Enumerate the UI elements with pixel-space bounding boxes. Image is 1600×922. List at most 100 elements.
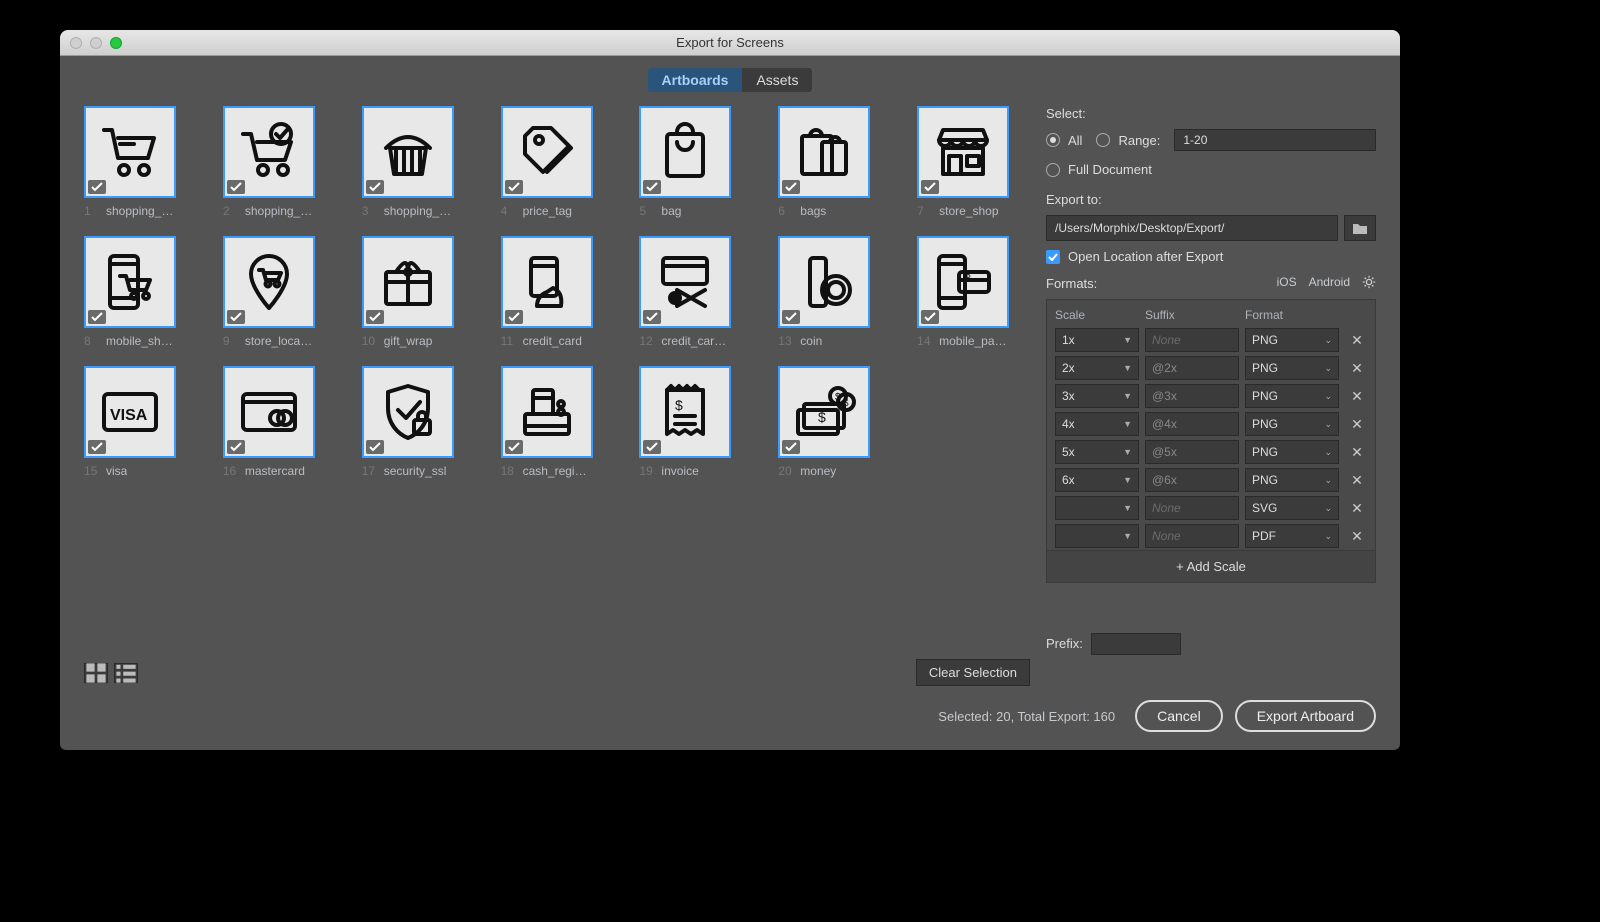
format-select[interactable]: PNG⌄: [1245, 412, 1339, 436]
artboard-thumb[interactable]: [223, 106, 315, 198]
artboard-thumb[interactable]: [778, 236, 870, 328]
suffix-input[interactable]: None: [1145, 328, 1239, 352]
remove-row-button[interactable]: ✕: [1345, 472, 1369, 489]
tab-assets[interactable]: Assets: [742, 68, 812, 92]
artboard-item[interactable]: 2 shopping_ca...: [223, 106, 315, 218]
artboard-thumb[interactable]: [778, 106, 870, 198]
scale-select[interactable]: 1x▼: [1055, 328, 1139, 352]
open-after-export-checkbox[interactable]: [1046, 250, 1060, 264]
radio-all[interactable]: [1046, 133, 1060, 147]
col-scale: Scale: [1055, 308, 1145, 322]
format-select[interactable]: PNG⌄: [1245, 384, 1339, 408]
artboard-thumb[interactable]: [501, 236, 593, 328]
prefix-input[interactable]: [1091, 633, 1181, 655]
artboard-thumb[interactable]: [362, 366, 454, 458]
artboard-name: store_location: [245, 334, 315, 348]
scale-select[interactable]: 5x▼: [1055, 440, 1139, 464]
artboard-thumb[interactable]: [362, 106, 454, 198]
cancel-button[interactable]: Cancel: [1135, 700, 1223, 732]
remove-row-button[interactable]: ✕: [1345, 360, 1369, 377]
radio-range[interactable]: [1096, 133, 1110, 147]
format-select[interactable]: PNG⌄: [1245, 356, 1339, 380]
view-grid-button[interactable]: [84, 663, 108, 683]
format-row: 3x▼ @3x PNG⌄ ✕: [1047, 382, 1375, 410]
scale-select[interactable]: 2x▼: [1055, 356, 1139, 380]
artboard-thumb[interactable]: [639, 106, 731, 198]
export-path-input[interactable]: [1046, 215, 1338, 241]
formats-settings-icon[interactable]: [1362, 275, 1376, 289]
artboard-thumb[interactable]: [223, 236, 315, 328]
scale-select[interactable]: 6x▼: [1055, 468, 1139, 492]
artboard-item[interactable]: 5 bag: [639, 106, 731, 218]
suffix-input[interactable]: None: [1145, 496, 1239, 520]
artboard-item[interactable]: 12 credit_card_...: [639, 236, 731, 348]
preset-ios-link[interactable]: iOS: [1277, 275, 1297, 289]
artboard-item[interactable]: 6 bags: [778, 106, 870, 218]
artboard-item[interactable]: $$$ 20 money: [778, 366, 870, 478]
selected-check-icon: [921, 310, 939, 324]
scale-select[interactable]: ▼: [1055, 524, 1139, 548]
remove-row-button[interactable]: ✕: [1345, 500, 1369, 517]
artboard-item[interactable]: $ 19 invoice: [639, 366, 731, 478]
artboard-thumb[interactable]: VISA: [84, 366, 176, 458]
suffix-input[interactable]: @6x: [1145, 468, 1239, 492]
artboard-item[interactable]: 9 store_location: [223, 236, 315, 348]
artboard-item[interactable]: 8 mobile_sho...: [84, 236, 176, 348]
artboard-number: 13: [778, 334, 792, 348]
tab-artboards[interactable]: Artboards: [648, 68, 743, 92]
suffix-input[interactable]: @3x: [1145, 384, 1239, 408]
artboard-thumb[interactable]: [501, 366, 593, 458]
suffix-input[interactable]: @2x: [1145, 356, 1239, 380]
artboard-thumb[interactable]: $: [917, 236, 1009, 328]
artboard-thumb[interactable]: $: [639, 366, 731, 458]
artboard-item[interactable]: 13 coin: [778, 236, 870, 348]
artboard-item[interactable]: $ 14 mobile_pay...: [917, 236, 1009, 348]
artboard-item[interactable]: 18 cash_register: [501, 366, 593, 478]
suffix-input[interactable]: None: [1145, 524, 1239, 548]
view-list-button[interactable]: [114, 663, 138, 683]
artboard-name: invoice: [661, 464, 698, 478]
scale-select[interactable]: ▼: [1055, 496, 1139, 520]
artboard-item[interactable]: 3 shopping_ba...: [362, 106, 454, 218]
artboard-thumb[interactable]: [917, 106, 1009, 198]
preset-android-link[interactable]: Android: [1309, 275, 1350, 289]
remove-row-button[interactable]: ✕: [1345, 388, 1369, 405]
format-select[interactable]: PNG⌄: [1245, 440, 1339, 464]
select-label: Select:: [1046, 106, 1376, 121]
remove-row-button[interactable]: ✕: [1345, 416, 1369, 433]
artboard-thumb[interactable]: $$$: [778, 366, 870, 458]
artboard-thumb[interactable]: [639, 236, 731, 328]
suffix-input[interactable]: @5x: [1145, 440, 1239, 464]
format-select[interactable]: PDF⌄: [1245, 524, 1339, 548]
artboard-item[interactable]: 16 mastercard: [223, 366, 315, 478]
range-input[interactable]: [1174, 129, 1376, 151]
artboard-thumb[interactable]: [84, 106, 176, 198]
add-scale-button[interactable]: + Add Scale: [1047, 550, 1375, 582]
artboard-thumb[interactable]: [362, 236, 454, 328]
radio-full-document[interactable]: [1046, 163, 1060, 177]
scale-select[interactable]: 3x▼: [1055, 384, 1139, 408]
format-select[interactable]: PNG⌄: [1245, 468, 1339, 492]
artboard-item[interactable]: 11 credit_card: [501, 236, 593, 348]
clear-selection-button[interactable]: Clear Selection: [916, 659, 1030, 686]
artboard-thumb[interactable]: [223, 366, 315, 458]
format-select[interactable]: PNG⌄: [1245, 328, 1339, 352]
remove-row-button[interactable]: ✕: [1345, 332, 1369, 349]
artboard-name: money: [800, 464, 836, 478]
suffix-input[interactable]: @4x: [1145, 412, 1239, 436]
artboard-item[interactable]: 10 gift_wrap: [362, 236, 454, 348]
artboard-item[interactable]: 1 shopping_cart: [84, 106, 176, 218]
format-select[interactable]: SVG⌄: [1245, 496, 1339, 520]
artboard-thumb[interactable]: [501, 106, 593, 198]
artboard-item[interactable]: 4 price_tag: [501, 106, 593, 218]
scale-select[interactable]: 4x▼: [1055, 412, 1139, 436]
artboard-item[interactable]: 17 security_ssl: [362, 366, 454, 478]
browse-folder-button[interactable]: [1344, 215, 1376, 241]
artboard-item[interactable]: 7 store_shop: [917, 106, 1009, 218]
artboard-number: 5: [639, 204, 653, 218]
remove-row-button[interactable]: ✕: [1345, 444, 1369, 461]
remove-row-button[interactable]: ✕: [1345, 528, 1369, 545]
export-button[interactable]: Export Artboard: [1235, 700, 1376, 732]
artboard-thumb[interactable]: [84, 236, 176, 328]
artboard-item[interactable]: VISA 15 visa: [84, 366, 176, 478]
